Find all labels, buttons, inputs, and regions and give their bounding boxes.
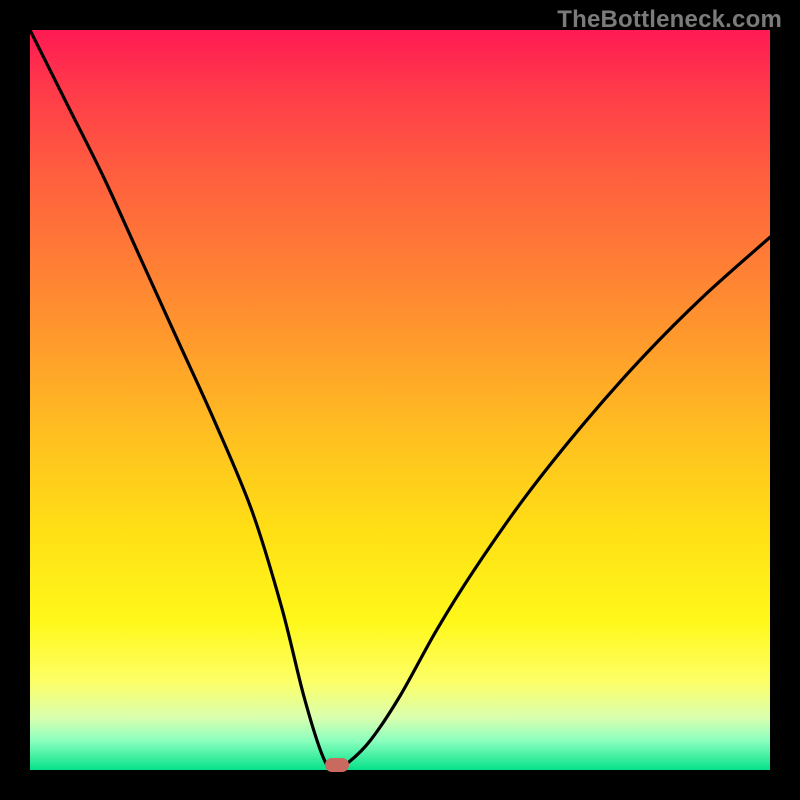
trough-marker [325, 758, 349, 772]
plot-area [30, 30, 770, 770]
bottleneck-curve [30, 30, 770, 770]
outer-frame: TheBottleneck.com [0, 0, 800, 800]
